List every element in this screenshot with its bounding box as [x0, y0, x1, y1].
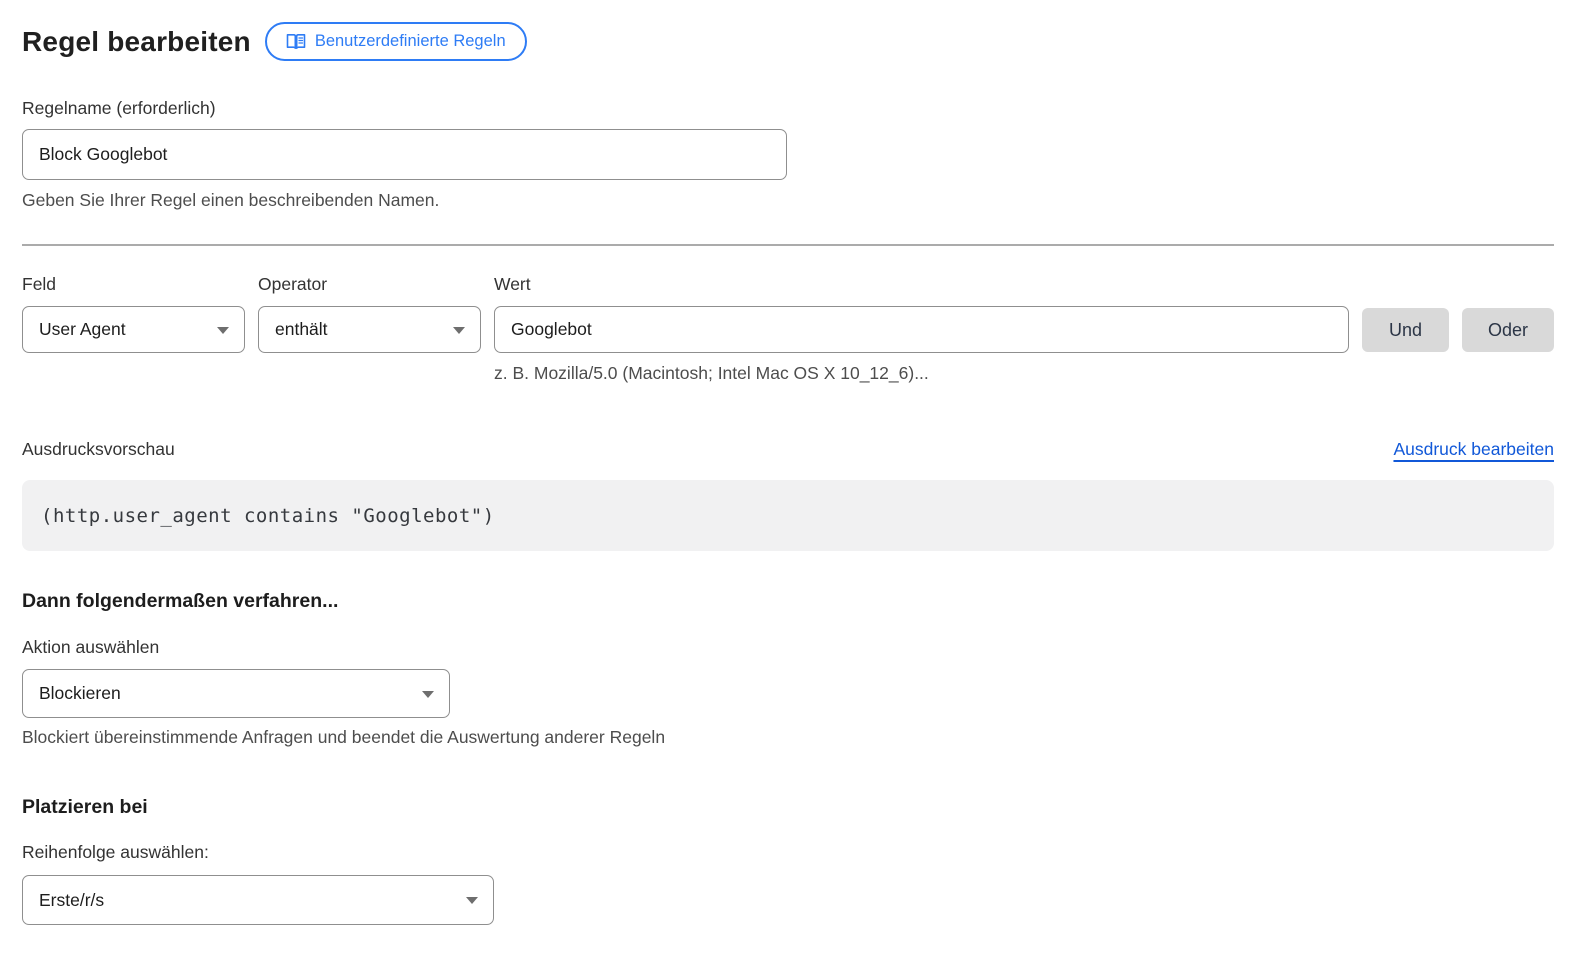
operator-select-value: enthält	[275, 319, 328, 340]
and-button[interactable]: Und	[1362, 308, 1449, 352]
open-book-icon	[286, 33, 306, 51]
value-column: Wert	[494, 274, 1349, 353]
operator-select[interactable]: enthält	[258, 306, 481, 353]
chevron-down-icon	[217, 327, 229, 334]
rule-name-helper: Geben Sie Ihrer Regel einen beschreibend…	[22, 190, 1554, 211]
chevron-down-icon	[453, 327, 465, 334]
expression-header: Ausdrucksvorschau Ausdruck bearbeiten	[22, 439, 1554, 460]
field-label: Feld	[22, 274, 245, 295]
page-title: Regel bearbeiten	[22, 26, 251, 58]
rule-name-label: Regelname (erforderlich)	[22, 98, 1554, 119]
operator-column: Operator enthält	[258, 274, 481, 353]
placement-label: Reihenfolge auswählen:	[22, 842, 1554, 863]
value-helper: z. B. Mozilla/5.0 (Macintosh; Intel Mac …	[494, 363, 1554, 384]
rule-name-input[interactable]	[22, 129, 787, 180]
placement-section-heading: Platzieren bei	[22, 796, 1554, 819]
chevron-down-icon	[466, 897, 478, 904]
value-input[interactable]	[494, 306, 1349, 353]
action-select[interactable]: Blockieren	[22, 669, 450, 718]
order-select[interactable]: Erste/r/s	[22, 875, 494, 925]
value-label: Wert	[494, 274, 1349, 295]
action-select-value: Blockieren	[39, 683, 121, 704]
field-column: Feld User Agent	[22, 274, 245, 353]
chevron-down-icon	[422, 691, 434, 698]
expression-preview-box: (http.user_agent contains "Googlebot")	[22, 480, 1554, 551]
field-select-value: User Agent	[39, 319, 126, 340]
order-select-value: Erste/r/s	[39, 890, 104, 911]
field-select[interactable]: User Agent	[22, 306, 245, 353]
condition-row: Feld User Agent Operator enthält Wert Un…	[22, 274, 1554, 353]
expression-code: (http.user_agent contains "Googlebot")	[41, 505, 495, 527]
operator-label: Operator	[258, 274, 481, 295]
custom-rules-badge-button[interactable]: Benutzerdefinierte Regeln	[265, 22, 527, 61]
page-header: Regel bearbeiten Benutzerdefinierte Rege…	[22, 22, 1554, 61]
expression-preview-label: Ausdrucksvorschau	[22, 439, 175, 460]
action-label: Aktion auswählen	[22, 637, 1554, 658]
or-button[interactable]: Oder	[1462, 308, 1554, 352]
section-divider	[22, 244, 1554, 246]
rule-edit-page: Regel bearbeiten Benutzerdefinierte Rege…	[0, 22, 1570, 925]
action-section-heading: Dann folgendermaßen verfahren...	[22, 590, 1554, 613]
action-helper: Blockiert übereinstimmende Anfragen und …	[22, 727, 1554, 748]
edit-expression-link[interactable]: Ausdruck bearbeiten	[1393, 439, 1554, 460]
custom-rules-badge-label: Benutzerdefinierte Regeln	[315, 32, 506, 51]
